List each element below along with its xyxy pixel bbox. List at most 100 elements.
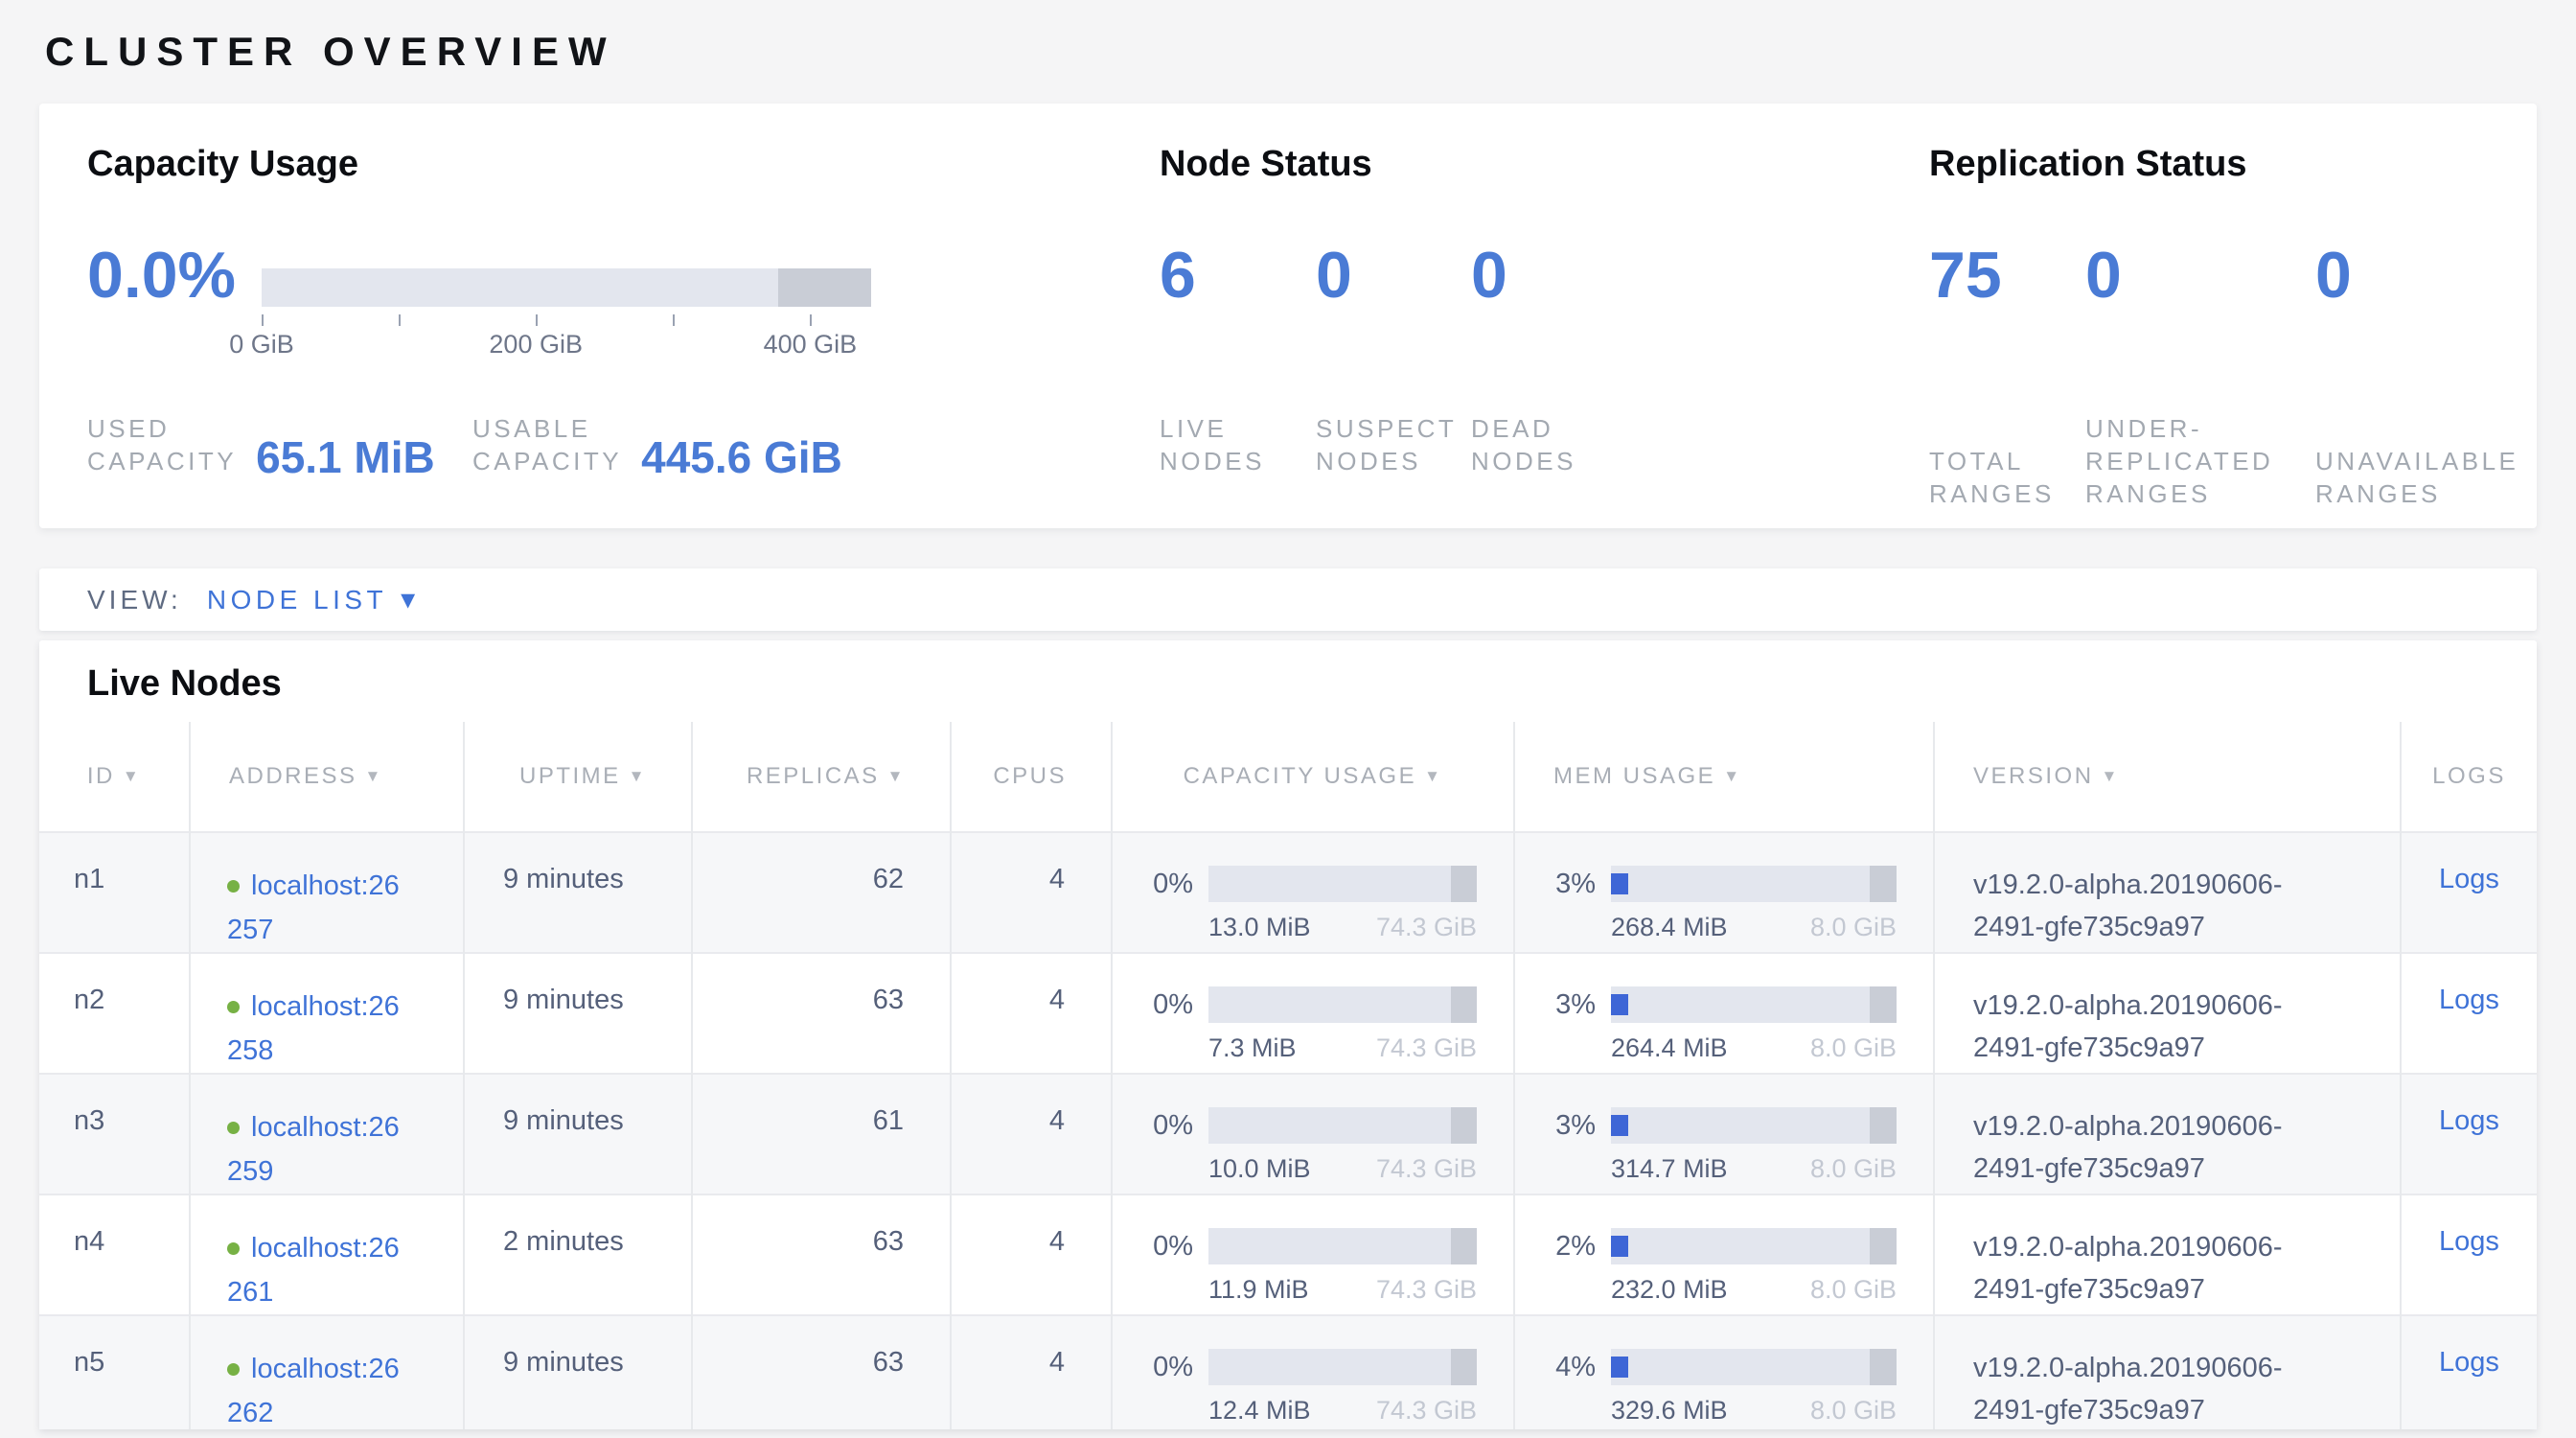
table-header-row: ID▼ ADDRESS▼ UPTIME▼ REPLICAS▼ CPUS CAPA… bbox=[39, 722, 2537, 832]
view-dropdown-value[interactable]: NODE LIST bbox=[207, 585, 387, 615]
table-row: n1 localhost:26257 9 minutes 62 4 0% 13.… bbox=[39, 832, 2537, 953]
node-logs-cell: Logs bbox=[2401, 832, 2537, 953]
column-header-address[interactable]: ADDRESS▼ bbox=[190, 722, 464, 832]
capacity-values: 13.0 MiB74.3 GiB bbox=[1208, 912, 1477, 942]
node-version-cell: v19.2.0-alpha.20190606-2491-gfe735c9a97 bbox=[1934, 1194, 2401, 1315]
node-cpus-cell: 4 bbox=[951, 832, 1112, 953]
node-memory-cell: 3% 268.4 MiB8.0 GiB bbox=[1514, 832, 1934, 953]
memory-percent: 3% bbox=[1536, 986, 1596, 1063]
logs-link[interactable]: Logs bbox=[2439, 1347, 2499, 1378]
node-live-dot bbox=[227, 1122, 240, 1134]
dead-nodes-value: 0 bbox=[1471, 240, 1507, 366]
stat-label-line: RANGES bbox=[2315, 477, 2518, 510]
view-bar: VIEW: NODE LIST ▾ bbox=[39, 568, 2537, 631]
node-capacity-cell: 0% 12.4 MiB74.3 GiB bbox=[1112, 1315, 1514, 1429]
stat-label-line: CAPACITY bbox=[87, 445, 237, 477]
cluster-overview-page: CLUSTER OVERVIEW Capacity Usage 0.0% 0 G… bbox=[0, 0, 2576, 1429]
capacity-values: 10.0 MiB74.3 GiB bbox=[1208, 1153, 1477, 1184]
node-address-cell: localhost:26259 bbox=[190, 1074, 464, 1194]
logs-link[interactable]: Logs bbox=[2439, 985, 2499, 1015]
capacity-bar-reserved bbox=[778, 268, 871, 307]
capacity-usage-title: Capacity Usage bbox=[87, 142, 1160, 186]
usable-capacity-label: USABLE CAPACITY bbox=[472, 412, 622, 477]
memory-percent: 3% bbox=[1536, 866, 1596, 942]
capacity-bar-reserved bbox=[1451, 1349, 1477, 1385]
memory-used: 329.6 MiB bbox=[1611, 1395, 1728, 1426]
live-nodes-card: Live Nodes ID▼ ADDRESS▼ UPTIME▼ REPLICAS… bbox=[39, 640, 2537, 1429]
node-address-link[interactable]: localhost:26257 bbox=[227, 870, 400, 945]
column-header-label: REPLICAS bbox=[747, 763, 880, 789]
node-id-cell: n2 bbox=[39, 953, 190, 1074]
sort-desc-icon: ▼ bbox=[629, 767, 647, 785]
capacity-usage-section: Capacity Usage 0.0% 0 GiB 200 GiB 400 Gi… bbox=[87, 142, 1160, 528]
node-version-cell: v19.2.0-alpha.20190606-2491-gfe735c9a97 bbox=[1934, 1315, 2401, 1429]
live-nodes-label: LIVE NODES bbox=[1160, 412, 1316, 477]
logs-link[interactable]: Logs bbox=[2439, 1105, 2499, 1136]
node-replicas-cell: 63 bbox=[692, 1315, 951, 1429]
memory-percent: 3% bbox=[1536, 1107, 1596, 1184]
node-address-link[interactable]: localhost:26262 bbox=[227, 1354, 400, 1428]
logs-link[interactable]: Logs bbox=[2439, 1226, 2499, 1257]
axis-tick-label: 0 GiB bbox=[229, 330, 294, 360]
column-header-uptime[interactable]: UPTIME▼ bbox=[464, 722, 692, 832]
sort-desc-icon: ▼ bbox=[1424, 767, 1442, 785]
node-address-cell: localhost:26258 bbox=[190, 953, 464, 1074]
node-address-link[interactable]: localhost:26261 bbox=[227, 1233, 400, 1308]
stat-label-line: RANGES bbox=[1929, 477, 2085, 510]
node-version-cell: v19.2.0-alpha.20190606-2491-gfe735c9a97 bbox=[1934, 832, 2401, 953]
node-capacity-cell: 0% 11.9 MiB74.3 GiB bbox=[1112, 1194, 1514, 1315]
node-address-link[interactable]: localhost:26259 bbox=[227, 1112, 400, 1187]
column-header-capacity-usage[interactable]: CAPACITY USAGE▼ bbox=[1112, 722, 1514, 832]
node-cpus-cell: 4 bbox=[951, 1315, 1112, 1429]
node-capacity-cell: 0% 10.0 MiB74.3 GiB bbox=[1112, 1074, 1514, 1194]
capacity-total: 74.3 GiB bbox=[1376, 1153, 1477, 1184]
total-ranges-value: 75 bbox=[1929, 240, 2085, 366]
live-nodes-title: Live Nodes bbox=[39, 640, 2537, 722]
stat-label-line: REPLICATED bbox=[2085, 445, 2315, 477]
capacity-stats: USED CAPACITY 65.1 MiB USABLE CAPACITY 4… bbox=[87, 412, 1160, 477]
node-address-cell: localhost:26261 bbox=[190, 1194, 464, 1315]
under-replicated-value: 0 bbox=[2085, 240, 2315, 366]
logs-link[interactable]: Logs bbox=[2439, 864, 2499, 894]
node-id-cell: n3 bbox=[39, 1074, 190, 1194]
cluster-summary-card: Capacity Usage 0.0% 0 GiB 200 GiB 400 Gi… bbox=[39, 104, 2537, 528]
column-header-mem-usage[interactable]: MEM USAGE▼ bbox=[1514, 722, 1934, 832]
table-row: n2 localhost:26258 9 minutes 63 4 0% 7.3… bbox=[39, 953, 2537, 1074]
node-live-dot bbox=[227, 1363, 240, 1376]
memory-used: 232.0 MiB bbox=[1611, 1274, 1728, 1305]
view-dropdown[interactable]: NODE LIST ▾ bbox=[207, 585, 415, 615]
used-capacity-stat: USED CAPACITY 65.1 MiB bbox=[87, 412, 472, 477]
node-address-link[interactable]: localhost:26258 bbox=[227, 991, 400, 1066]
node-status-numbers: 6 0 0 bbox=[1160, 240, 1929, 366]
view-label: VIEW: bbox=[87, 585, 182, 615]
table-row: n3 localhost:26259 9 minutes 61 4 0% 10.… bbox=[39, 1074, 2537, 1194]
capacity-bar-track bbox=[1208, 866, 1477, 902]
memory-bar-reserved bbox=[1870, 1228, 1897, 1264]
memory-bar-fill bbox=[1611, 1236, 1628, 1257]
capacity-bar-track bbox=[262, 268, 871, 307]
memory-bar-track bbox=[1611, 986, 1897, 1023]
node-cpus-cell: 4 bbox=[951, 1194, 1112, 1315]
node-replicas-cell: 63 bbox=[692, 1194, 951, 1315]
capacity-bar-track bbox=[1208, 1107, 1477, 1144]
column-header-label: MEM USAGE bbox=[1553, 763, 1715, 789]
table-row: n4 localhost:26261 2 minutes 63 4 0% 11.… bbox=[39, 1194, 2537, 1315]
capacity-bar-track bbox=[1208, 1349, 1477, 1385]
memory-values: 264.4 MiB8.0 GiB bbox=[1611, 1032, 1897, 1063]
sort-desc-icon: ▼ bbox=[365, 767, 383, 785]
node-uptime-cell: 9 minutes bbox=[464, 953, 692, 1074]
capacity-bar-reserved bbox=[1451, 1107, 1477, 1144]
memory-bar-reserved bbox=[1870, 1349, 1897, 1385]
column-header-id[interactable]: ID▼ bbox=[39, 722, 190, 832]
replication-status-section: Replication Status 75 0 0 TOTAL RANGES U… bbox=[1929, 142, 2537, 528]
chevron-down-icon: ▾ bbox=[401, 586, 415, 615]
node-address-cell: localhost:26262 bbox=[190, 1315, 464, 1429]
stat-label-line: NODES bbox=[1316, 445, 1471, 477]
node-id-cell: n1 bbox=[39, 832, 190, 953]
total-ranges-label: TOTAL RANGES bbox=[1929, 445, 2085, 510]
column-header-version[interactable]: VERSION▼ bbox=[1934, 722, 2401, 832]
column-header-replicas[interactable]: REPLICAS▼ bbox=[692, 722, 951, 832]
memory-total: 8.0 GiB bbox=[1810, 1153, 1897, 1184]
capacity-percent: 0% bbox=[1134, 986, 1193, 1063]
memory-total: 8.0 GiB bbox=[1810, 912, 1897, 942]
